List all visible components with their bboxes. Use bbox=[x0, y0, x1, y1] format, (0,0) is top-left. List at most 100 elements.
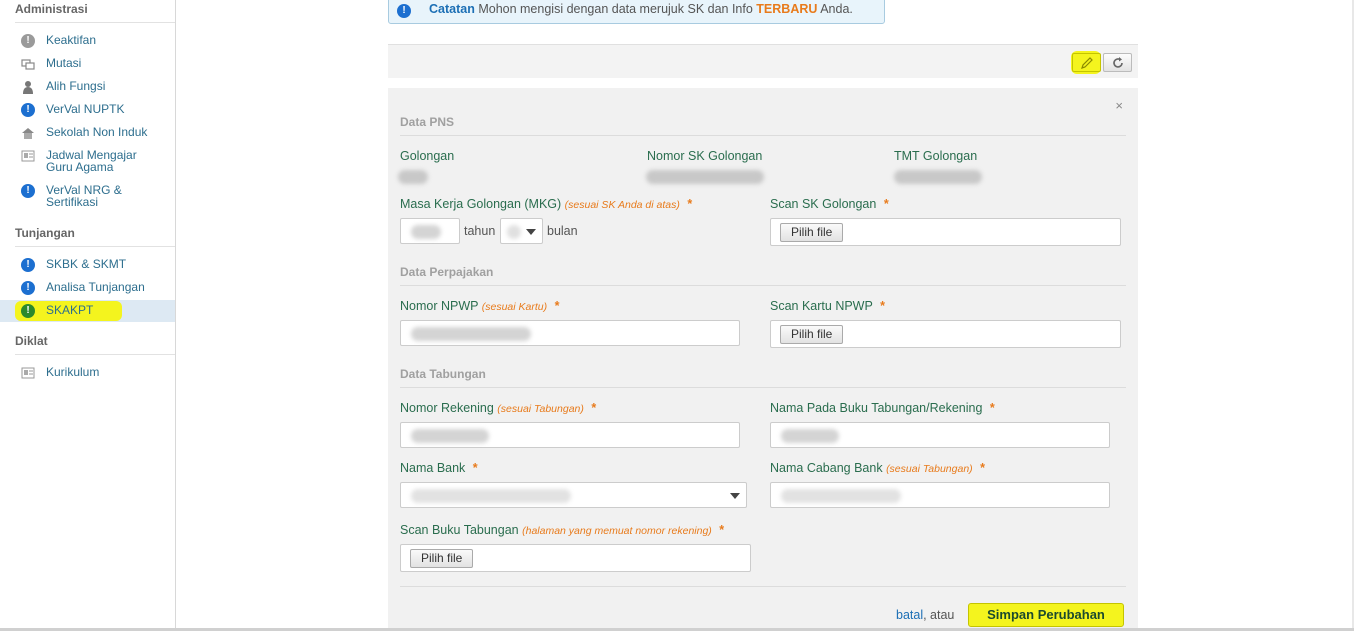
group-title-tabungan: Data Tabungan bbox=[400, 367, 486, 381]
cancel-area: batal, atau bbox=[896, 608, 954, 622]
npwp-input[interactable] bbox=[400, 320, 740, 346]
form-toolbar bbox=[388, 44, 1138, 78]
group-title-pajak: Data Perpajakan bbox=[400, 265, 494, 279]
sidebar-item-label: VerVal NUPTK bbox=[46, 102, 125, 116]
sidebar-item-label: Analisa Tunjangan bbox=[46, 280, 145, 294]
select-value-redacted bbox=[507, 225, 521, 239]
rekening-label: Nomor Rekening (sesuai Tabungan) * bbox=[400, 401, 596, 415]
mkg-tahun-input[interactable] bbox=[400, 218, 460, 244]
pencil-icon bbox=[1080, 57, 1094, 73]
sidebar-item-keaktifan[interactable]: ! Keaktifan bbox=[0, 30, 175, 52]
sidebar-item-kurikulum[interactable]: Kurikulum bbox=[0, 362, 175, 384]
input-value-redacted bbox=[411, 327, 531, 341]
school-icon bbox=[21, 126, 35, 140]
scan-sk-label-text: Scan SK Golongan bbox=[770, 197, 877, 211]
required-mark: * bbox=[554, 299, 560, 313]
required-mark: * bbox=[472, 461, 478, 475]
section-title-administrasi: Administrasi bbox=[15, 2, 88, 16]
info-alert-icon: ! bbox=[397, 4, 411, 18]
sidebar-item-skbk-skmt[interactable]: ! SKBK & SKMT bbox=[0, 254, 175, 276]
input-value-redacted bbox=[781, 489, 901, 503]
required-mark: * bbox=[883, 197, 889, 211]
cancel-suffix: , atau bbox=[923, 608, 955, 622]
section-title-tunjangan: Tunjangan bbox=[15, 226, 75, 240]
cabang-label-text: Nama Cabang Bank bbox=[770, 461, 883, 475]
sidebar-item-label: Sekolah Non Induk bbox=[46, 125, 148, 139]
scan-npwp-label-text: Scan Kartu NPWP bbox=[770, 299, 873, 313]
green-alert-icon: ! bbox=[21, 304, 35, 318]
group-title-pns: Data PNS bbox=[400, 115, 455, 129]
notice-banner: ! Catatan Mohon mengisi dengan data meru… bbox=[388, 0, 885, 24]
sidebar-item-label: Jadwal Mengajar Guru Agama bbox=[46, 148, 137, 174]
sidebar-item-skakpt[interactable]: ! SKAKPT bbox=[0, 300, 175, 322]
divider bbox=[15, 22, 175, 23]
sidebar-item-verval-nuptk[interactable]: ! VerVal NUPTK bbox=[0, 99, 175, 121]
info-alert-icon: ! bbox=[21, 103, 35, 117]
bulan-label: bulan bbox=[547, 224, 578, 238]
bank-select[interactable] bbox=[400, 482, 747, 508]
scan-sk-file-input[interactable]: Pilih file bbox=[770, 218, 1121, 246]
nama-buku-label-text: Nama Pada Buku Tabungan/Rekening bbox=[770, 401, 983, 415]
sidebar-item-jadwal-mengajar[interactable]: Jadwal Mengajar Guru Agama bbox=[0, 145, 175, 177]
save-button[interactable]: Simpan Perubahan bbox=[968, 603, 1124, 627]
sidebar-item-analisa-tunjangan[interactable]: ! Analisa Tunjangan bbox=[0, 277, 175, 299]
rekening-hint: (sesuai Tabungan) bbox=[497, 403, 584, 415]
sidebar-item-label: VerVal NRG & Sertifikasi bbox=[46, 183, 122, 209]
card-icon bbox=[21, 366, 35, 380]
edit-button[interactable] bbox=[1072, 53, 1101, 72]
required-mark: * bbox=[989, 401, 995, 415]
scan-buku-hint: (halaman yang memuat nomor rekening) bbox=[522, 525, 712, 537]
card-icon bbox=[21, 149, 35, 163]
scan-buku-label: Scan Buku Tabungan (halaman yang memuat … bbox=[400, 523, 724, 537]
choose-file-button[interactable]: Pilih file bbox=[780, 223, 844, 242]
cabang-hint: (sesuai Tabungan) bbox=[886, 463, 973, 475]
cabang-input[interactable] bbox=[770, 482, 1110, 508]
nomor-sk-value-redacted bbox=[646, 170, 764, 184]
bank-label-text: Nama Bank bbox=[400, 461, 466, 475]
choose-file-button[interactable]: Pilih file bbox=[410, 549, 474, 568]
golongan-label: Golongan bbox=[400, 149, 455, 163]
mkg-label-text: Masa Kerja Golongan (MKG) bbox=[400, 197, 562, 211]
golongan-value-redacted bbox=[398, 170, 428, 184]
sidebar-item-label: Kurikulum bbox=[46, 365, 100, 379]
nama-buku-input[interactable] bbox=[770, 422, 1110, 448]
close-icon[interactable]: × bbox=[1115, 98, 1123, 113]
tmt-label: TMT Golongan bbox=[894, 149, 978, 163]
nomor-sk-label: Nomor SK Golongan bbox=[647, 149, 763, 163]
required-mark: * bbox=[687, 197, 693, 211]
tmt-value-redacted bbox=[894, 170, 982, 184]
mkg-label: Masa Kerja Golongan (MKG) (sesuai SK And… bbox=[400, 197, 692, 211]
input-value-redacted bbox=[411, 225, 441, 239]
grey-alert-icon: ! bbox=[21, 34, 35, 48]
npwp-label-text: Nomor NPWP bbox=[400, 299, 479, 313]
sidebar-item-mutasi[interactable]: Mutasi bbox=[0, 53, 175, 75]
refresh-button[interactable] bbox=[1103, 53, 1132, 72]
divider bbox=[400, 586, 1126, 587]
select-value-redacted bbox=[411, 489, 571, 503]
rekening-input[interactable] bbox=[400, 422, 740, 448]
sidebar-item-label: SKAKPT bbox=[46, 303, 94, 317]
cancel-link[interactable]: batal bbox=[896, 608, 923, 622]
info-alert-icon: ! bbox=[21, 258, 35, 272]
sidebar-item-verval-nrg[interactable]: ! VerVal NRG & Sertifikasi bbox=[0, 180, 175, 212]
sidebar-item-sekolah-non-induk[interactable]: Sekolah Non Induk bbox=[0, 122, 175, 144]
divider bbox=[15, 354, 175, 355]
mkg-bulan-select[interactable] bbox=[500, 218, 543, 244]
scan-buku-file-input[interactable]: Pilih file bbox=[400, 544, 751, 572]
sidebar-item-label: Alih Fungsi bbox=[46, 79, 106, 93]
tahun-label: tahun bbox=[464, 224, 496, 238]
user-icon bbox=[21, 80, 35, 94]
refresh-icon bbox=[1111, 57, 1125, 73]
form-panel: × Data PNS Golongan Nomor SK Golongan TM… bbox=[388, 88, 1138, 631]
notice-suffix: Anda. bbox=[820, 2, 853, 16]
bank-label: Nama Bank * bbox=[400, 461, 478, 475]
notice-text: Catatan Mohon mengisi dengan data meruju… bbox=[429, 2, 853, 16]
divider bbox=[400, 285, 1126, 286]
divider bbox=[400, 135, 1126, 136]
scan-npwp-label: Scan Kartu NPWP * bbox=[770, 299, 885, 313]
choose-file-button[interactable]: Pilih file bbox=[780, 325, 844, 344]
scan-sk-label: Scan SK Golongan * bbox=[770, 197, 889, 211]
sidebar-item-alih-fungsi[interactable]: Alih Fungsi bbox=[0, 76, 175, 98]
scan-npwp-file-input[interactable]: Pilih file bbox=[770, 320, 1121, 348]
sidebar-item-label: Mutasi bbox=[46, 56, 82, 70]
